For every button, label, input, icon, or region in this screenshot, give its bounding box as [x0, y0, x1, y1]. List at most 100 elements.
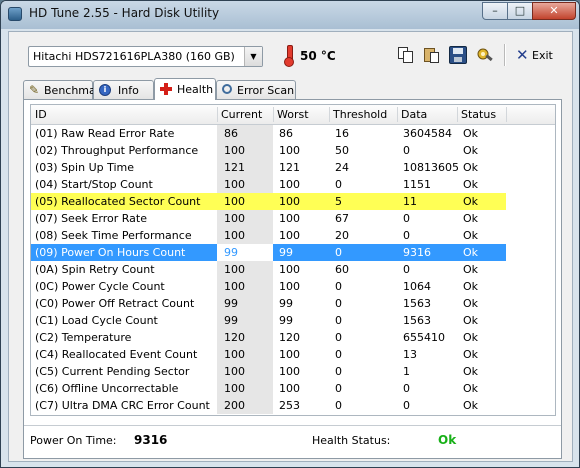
table-row[interactable]: (C4) Reallocated Event Count 100 100 0 13 Ok: [31, 346, 555, 363]
close-button[interactable]: ✕: [532, 2, 576, 20]
cell-data: 10813605: [403, 161, 459, 174]
header-threshold[interactable]: Threshold: [333, 108, 387, 121]
cell-current: 200: [224, 399, 245, 412]
tab-health-label: Health: [177, 83, 214, 96]
tab-strip: ✎ Benchmark i Info Health Error Scan: [23, 78, 563, 100]
cell-status: Ok: [463, 212, 479, 225]
title-bar[interactable]: HD Tune 2.55 - Hard Disk Utility – □ ✕: [1, 1, 579, 29]
cell-current: 100: [224, 195, 245, 208]
cell-status: Ok: [463, 331, 479, 344]
cell-data: 0: [403, 382, 410, 395]
cell-current: 100: [224, 229, 245, 242]
cell-status: Ok: [463, 229, 479, 242]
cell-data: 0: [403, 399, 410, 412]
cell-threshold: 67: [335, 212, 349, 225]
cell-worst: 99: [279, 314, 293, 327]
table-row[interactable]: (0C) Power Cycle Count 100 100 0 1064 Ok: [31, 278, 555, 295]
cell-data: 1563: [403, 297, 431, 310]
cell-worst: 100: [279, 195, 300, 208]
cell-status: Ok: [463, 382, 479, 395]
cell-worst: 100: [279, 263, 300, 276]
maximize-button[interactable]: □: [507, 2, 533, 20]
drive-dropdown[interactable]: Hitachi HDS721616PLA380 (160 GB) ▼: [28, 46, 263, 67]
table-row[interactable]: (09) Power On Hours Count 99 99 0 9316 Ok: [31, 244, 555, 261]
tab-error-scan[interactable]: Error Scan: [216, 80, 296, 99]
power-on-time-label: Power On Time:: [30, 434, 117, 447]
cell-current: 100: [224, 178, 245, 191]
cell-id: (03) Spin Up Time: [35, 161, 135, 174]
cell-data: 13: [403, 348, 417, 361]
cell-worst: 100: [279, 382, 300, 395]
table-row[interactable]: (05) Reallocated Sector Count 100 100 5 11 Ok: [31, 193, 555, 210]
cell-data: 0: [403, 144, 410, 157]
cell-id: (05) Reallocated Sector Count: [35, 195, 201, 208]
thermometer-icon: [284, 45, 294, 67]
tab-info[interactable]: i Info: [93, 80, 154, 99]
cell-threshold: 24: [335, 161, 349, 174]
cell-current: 100: [224, 212, 245, 225]
cell-status: Ok: [463, 161, 479, 174]
table-row[interactable]: (C2) Temperature 120 120 0 655410 Ok: [31, 329, 555, 346]
options-icon[interactable]: [476, 46, 494, 64]
header-id[interactable]: ID: [35, 108, 47, 121]
cell-status: Ok: [463, 365, 479, 378]
cell-threshold: 0: [335, 399, 342, 412]
cell-threshold: 50: [335, 144, 349, 157]
cell-worst: 121: [279, 161, 300, 174]
cell-current: 100: [224, 263, 245, 276]
smart-table[interactable]: ID Current Worst Threshold Data Status (…: [30, 104, 556, 416]
cell-id: (04) Start/Stop Count: [35, 178, 153, 191]
app-icon[interactable]: [8, 7, 22, 21]
tab-benchmark[interactable]: ✎ Benchmark: [23, 80, 107, 99]
header-worst[interactable]: Worst: [277, 108, 309, 121]
cell-current: 100: [224, 365, 245, 378]
tab-health[interactable]: Health: [154, 78, 216, 100]
table-row[interactable]: (C0) Power Off Retract Count 99 99 0 1563 Ok: [31, 295, 555, 312]
table-row[interactable]: (04) Start/Stop Count 100 100 0 1151 Ok: [31, 176, 555, 193]
cell-worst: 100: [279, 178, 300, 191]
table-row[interactable]: (07) Seek Error Rate 100 100 67 0 Ok: [31, 210, 555, 227]
cell-data: 3604584: [403, 127, 452, 140]
save-icon[interactable]: [449, 46, 467, 64]
chevron-down-icon[interactable]: ▼: [244, 47, 262, 66]
cell-data: 0: [403, 263, 410, 276]
cell-status: Ok: [463, 195, 479, 208]
table-row[interactable]: (C5) Current Pending Sector 100 100 0 1 Ok: [31, 363, 555, 380]
cell-id: (08) Seek Time Performance: [35, 229, 192, 242]
cell-threshold: 0: [335, 314, 342, 327]
cell-worst: 100: [279, 365, 300, 378]
table-row[interactable]: (C6) Offline Uncorrectable 100 100 0 0 Ok: [31, 380, 555, 397]
table-row[interactable]: (0A) Spin Retry Count 100 100 60 0 Ok: [31, 261, 555, 278]
exit-button[interactable]: ✕ Exit: [514, 46, 556, 66]
status-footer: Power On Time: 9316 Health Status: Ok: [24, 425, 561, 459]
temperature-readout: 50 °C: [300, 49, 336, 63]
table-row[interactable]: (C7) Ultra DMA CRC Error Count 200 253 0 0 Ok: [31, 397, 555, 414]
table-row[interactable]: (C1) Load Cycle Count 99 99 0 1563 Ok: [31, 312, 555, 329]
header-current[interactable]: Current: [221, 108, 262, 121]
header-status[interactable]: Status: [461, 108, 496, 121]
cell-worst: 99: [279, 246, 293, 259]
minimize-button[interactable]: –: [482, 2, 508, 20]
health-panel: ID Current Worst Threshold Data Status (…: [23, 99, 562, 459]
cell-id: (09) Power On Hours Count: [35, 246, 186, 259]
paste-icon[interactable]: [423, 46, 441, 64]
table-row[interactable]: (02) Throughput Performance 100 100 50 0 Ok: [31, 142, 555, 159]
cell-data: 1: [403, 365, 410, 378]
cell-worst: 100: [279, 280, 300, 293]
cell-status: Ok: [463, 297, 479, 310]
benchmark-icon: ✎: [29, 83, 40, 97]
cell-worst: 100: [279, 144, 300, 157]
copy-icon[interactable]: [397, 46, 415, 64]
cell-id: (02) Throughput Performance: [35, 144, 199, 157]
cell-id: (C2) Temperature: [35, 331, 132, 344]
cell-data: 0: [403, 229, 410, 242]
cell-threshold: 0: [335, 382, 342, 395]
header-data[interactable]: Data: [401, 108, 427, 121]
table-row[interactable]: (03) Spin Up Time 121 121 24 10813605 Ok: [31, 159, 555, 176]
cell-threshold: 60: [335, 263, 349, 276]
table-row[interactable]: (01) Raw Read Error Rate 86 86 16 3604584 Ok: [31, 125, 555, 142]
cell-current: 99: [224, 314, 238, 327]
cell-current: 120: [224, 331, 245, 344]
cell-current: 100: [224, 144, 245, 157]
table-row[interactable]: (08) Seek Time Performance 100 100 20 0 Ok: [31, 227, 555, 244]
